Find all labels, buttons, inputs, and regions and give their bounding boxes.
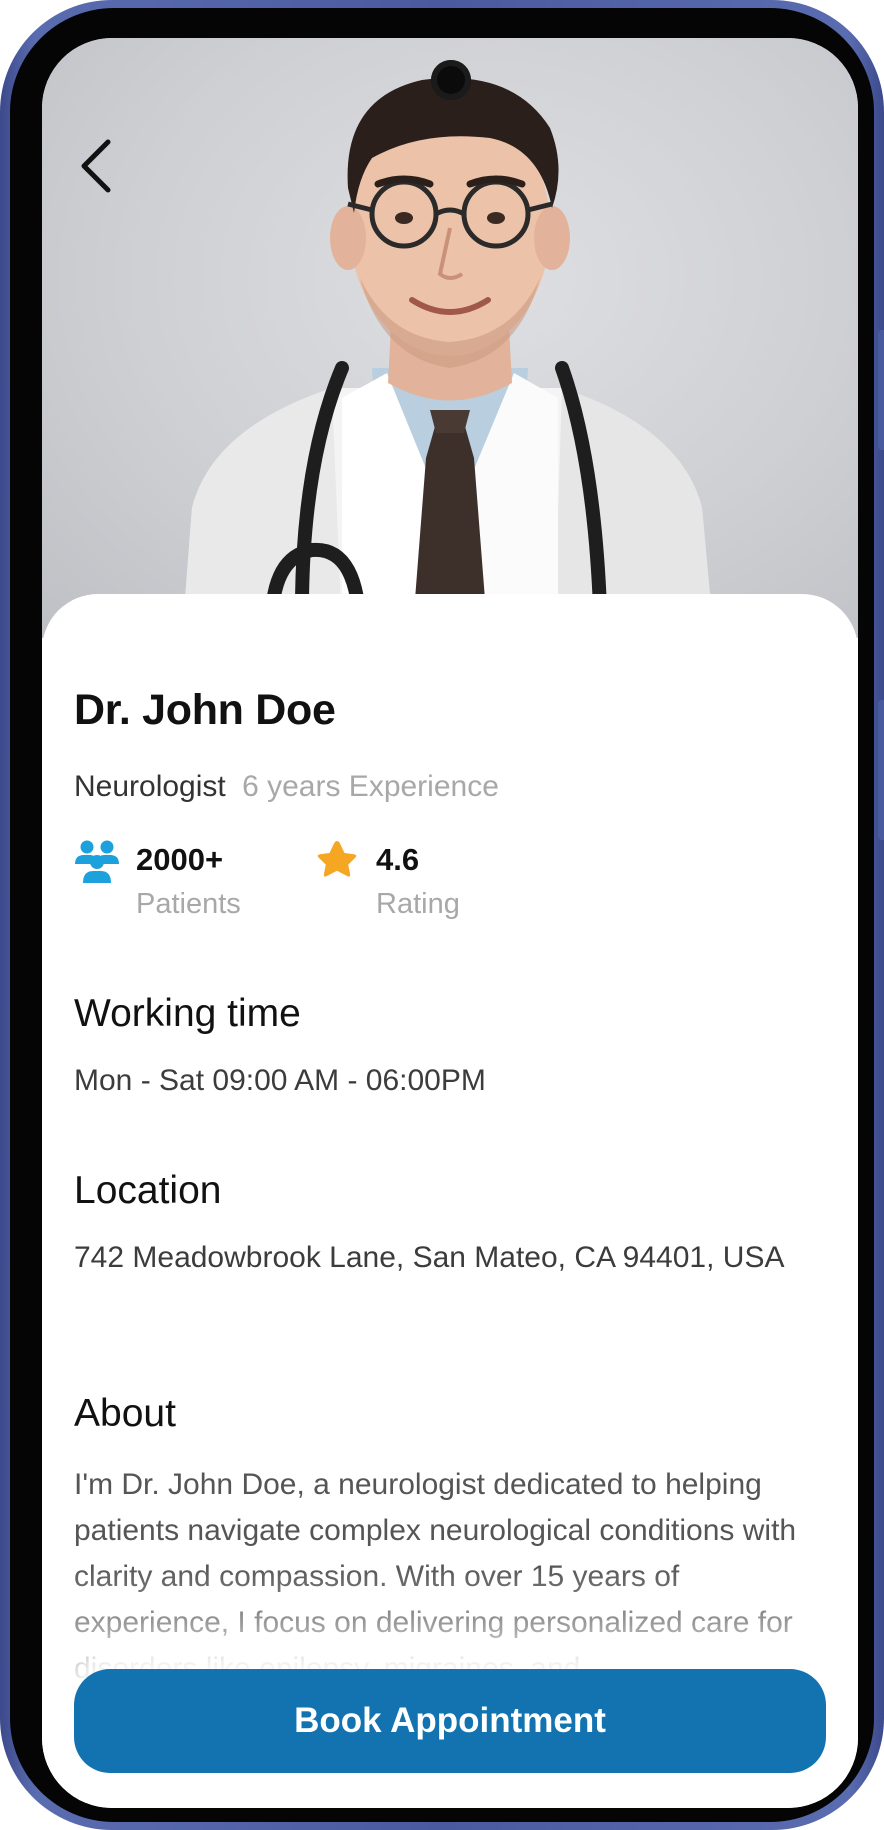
patients-label: Patients <box>136 888 241 920</box>
working-time-title: Working time <box>74 992 301 1035</box>
doctor-portrait-illustration <box>182 78 714 638</box>
power-button <box>878 700 884 840</box>
book-appointment-button[interactable]: Book Appointment <box>74 1669 826 1773</box>
rating-value: 4.6 <box>376 842 420 877</box>
about-title: About <box>74 1392 176 1435</box>
working-time-value: Mon - Sat 09:00 AM - 06:00PM <box>74 1064 486 1097</box>
phone-frame: Dr. John Doe Neurologist 6 years Experie… <box>0 0 884 1830</box>
back-button[interactable] <box>78 138 148 208</box>
front-camera <box>431 60 471 100</box>
star-icon <box>317 841 357 877</box>
doctor-specialty: Neurologist <box>74 770 226 803</box>
location-title: Location <box>74 1169 222 1212</box>
location-address: 742 Meadowbrook Lane, San Mateo, CA 9440… <box>74 1241 785 1274</box>
rating-label: Rating <box>376 888 460 920</box>
people-icon <box>75 840 119 883</box>
app-screen: Dr. John Doe Neurologist 6 years Experie… <box>42 38 858 1808</box>
about-text: I'm Dr. John Doe, a neurologist dedicate… <box>74 1468 797 1685</box>
doctor-photo <box>42 38 858 638</box>
doctor-experience: 6 years Experience <box>242 770 499 803</box>
volume-button <box>878 330 884 450</box>
patients-count: 2000+ <box>136 842 224 877</box>
phone-bezel: Dr. John Doe Neurologist 6 years Experie… <box>10 8 874 1822</box>
doctor-name: Dr. John Doe <box>74 686 336 734</box>
chevron-left-icon <box>81 139 111 193</box>
doctor-details-sheet: Dr. John Doe Neurologist 6 years Experie… <box>42 594 858 1808</box>
doctor-subtitle: Neurologist 6 years Experience <box>74 770 499 804</box>
